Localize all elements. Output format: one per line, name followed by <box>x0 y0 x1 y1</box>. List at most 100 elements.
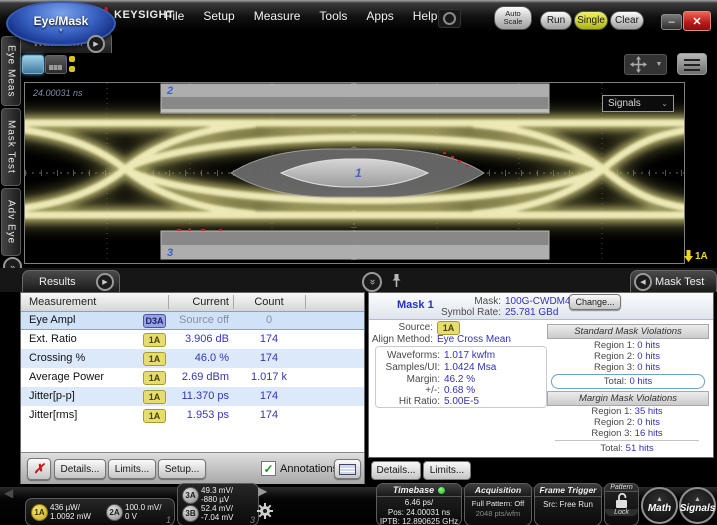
results-table-header[interactable]: Measurement Current Count <box>21 293 364 312</box>
channel-2a-badge: 2A <box>106 504 123 521</box>
menu-help[interactable]: Help <box>413 9 438 23</box>
results-footer-bar: ✗ Details... Limits... Setup... ✓ Annota… <box>21 452 364 484</box>
scroll-right-icon[interactable]: ▶ <box>258 484 267 498</box>
sidebar-tab-adv-eye[interactable]: Adv Eye <box>1 188 21 256</box>
eye-diagram-display[interactable]: 2 3 1 24.00031 ns Si <box>24 82 685 264</box>
clear-button[interactable]: Clear <box>610 11 644 30</box>
caret-down-icon: ▼ <box>656 61 663 68</box>
margin-violations-header: Margin Mask Violations <box>547 391 709 406</box>
play-icon: ▶ <box>93 40 98 48</box>
timebase-position-label: 24.00031 ns <box>32 88 83 98</box>
waveform-tab-menu-button[interactable]: ▶ <box>87 35 105 53</box>
menu-file[interactable]: File <box>165 9 184 23</box>
setup-button[interactable]: Setup... <box>158 459 206 479</box>
pan-tool-button[interactable] <box>624 54 653 75</box>
play-back-icon: ◀ <box>640 278 645 286</box>
channel-panel-3[interactable]: 3A 49.3 mV/ -880 µV 3B 52.4 mV/ -7.04 mV… <box>177 483 259 525</box>
limits-button[interactable]: Limits... <box>108 459 156 479</box>
mask-region-2: 2 <box>161 84 549 113</box>
red-x-icon: ✗ <box>34 461 45 477</box>
signals-dropdown[interactable]: Signals ⌄ <box>602 95 674 112</box>
auto-scale-button[interactable]: Auto Scale <box>494 6 532 30</box>
layout-single-view-button[interactable] <box>22 55 44 74</box>
bottom-status-bar: ◀ 1A 436 µW/ 1.0092 mW 2A 100.0 mV/ 0 V … <box>0 487 717 525</box>
mask-test-panel: Mask 1 Mask: 100G-CWDM4 Change... Symbol… <box>368 292 714 458</box>
annotations-label: Annotations <box>280 463 338 475</box>
table-row-eye-ampl[interactable]: Eye Ampl D3A Source off 0 <box>21 311 364 330</box>
sidebar-tab-eye-meas[interactable]: Eye Meas <box>1 36 21 106</box>
channel-panel-1[interactable]: 1A 436 µW/ 1.0092 mW 2A 100.0 mV/ 0 V 1 <box>25 498 175 525</box>
align-method-value: Eye Cross Mean <box>437 334 511 345</box>
menu-measure[interactable]: Measure <box>254 9 301 23</box>
math-button[interactable]: ▲ Math <box>641 487 678 524</box>
play-icon: ▶ <box>102 278 107 286</box>
sidebar-tab-mask-test[interactable]: Mask Test <box>1 108 21 186</box>
acquisition-panel[interactable]: Acquisition Full Pattern: Off 2048 pts/w… <box>464 483 532 525</box>
annotations-checkbox[interactable]: ✓ <box>261 461 276 476</box>
down-arrow-icon <box>684 250 693 262</box>
mask-details-button[interactable]: Details... <box>371 461 421 480</box>
screenshot-camera-button[interactable] <box>438 9 461 28</box>
table-row-jitter-pp[interactable]: Jitter[p-p] 1A 11.370 ps 174 <box>21 387 364 406</box>
collapse-panel-button[interactable]: » <box>362 272 382 292</box>
mask-limits-button[interactable]: Limits... <box>423 461 471 480</box>
pattern-lock-panel[interactable]: Pattern Lock <box>604 483 639 525</box>
timebase-panel[interactable]: Timebase 6.46 ps/ Pos: 24.00031 ns IPTB:… <box>376 483 462 525</box>
minimize-button[interactable]: – <box>661 14 682 30</box>
svg-text:2: 2 <box>166 85 173 97</box>
hamburger-icon <box>684 59 700 61</box>
frame-trigger-panel[interactable]: Frame Trigger Src: Free Run <box>534 483 602 525</box>
chevrons-down-icon: » <box>368 279 376 285</box>
marker-dot-1-icon[interactable] <box>69 56 75 62</box>
annotation-table-button[interactable] <box>334 459 361 479</box>
table-row-ext-ratio[interactable]: Ext. Ratio 1A 3.906 dB 174 <box>21 330 364 349</box>
mask-region-1: 1 <box>231 149 484 197</box>
close-icon: ✕ <box>692 15 701 28</box>
single-button[interactable]: Single <box>574 11 608 30</box>
run-button[interactable]: Run <box>540 11 572 30</box>
menu-setup[interactable]: Setup <box>203 9 234 23</box>
menu-apps[interactable]: Apps <box>366 9 393 23</box>
change-mask-button[interactable]: Change... <box>569 294 621 310</box>
channel-3b-badge: 3B <box>182 505 199 522</box>
signals-button[interactable]: ▲ Signals <box>679 487 716 524</box>
svg-text:1: 1 <box>355 166 362 180</box>
delete-measurement-button[interactable]: ✗ <box>27 458 51 480</box>
marker-dot-2-icon[interactable] <box>69 66 75 72</box>
symbol-rate-value: 25.781 GBd <box>505 307 558 318</box>
chevron-down-icon: ⌄ <box>661 99 668 108</box>
mask-header-bar: Mask 1 Mask: 100G-CWDM4 Change... Symbol… <box>369 293 713 320</box>
eye-mask-application: KEYSIGHT File Setup Measure Tools Apps H… <box>0 0 717 525</box>
standard-violations-header: Standard Mask Violations <box>547 324 709 339</box>
source-marker: 1A <box>684 250 708 262</box>
camera-icon <box>443 12 456 25</box>
table-row-jitter-rms[interactable]: Jitter[rms] 1A 1.953 ps 174 <box>21 406 364 425</box>
eye-diagram-waveform: 2 3 1 24.00031 ns <box>25 83 684 263</box>
minimize-icon: – <box>668 19 674 25</box>
mask-source-badge: 1A <box>437 321 460 335</box>
chevron-down-icon: ▼ <box>58 28 64 34</box>
pin-icon[interactable] <box>391 273 402 288</box>
table-icon <box>339 464 356 475</box>
channel-3a-badge: 3A <box>182 487 199 504</box>
details-button[interactable]: Details... <box>54 459 106 479</box>
table-row-average-power[interactable]: Average Power 1A 2.69 dBm 1.017 k <box>21 368 364 387</box>
mask-name-value: 100G-CWDM4 <box>505 296 571 307</box>
table-row-crossing[interactable]: Crossing % 1A 46.0 % 174 <box>21 349 364 368</box>
gear-icon[interactable] <box>256 502 274 520</box>
layout-grid-view-button[interactable] <box>45 55 67 74</box>
checkmark-icon: ✓ <box>263 464 273 474</box>
mask-test-tab-menu-button[interactable]: ◀ <box>634 273 652 291</box>
display-menu-button[interactable] <box>677 53 707 75</box>
close-button[interactable]: ✕ <box>683 11 711 31</box>
grid-icon <box>49 65 62 70</box>
scroll-left-icon[interactable]: ◀ <box>4 486 13 500</box>
results-tab-menu-button[interactable]: ▶ <box>96 273 114 291</box>
svg-text:3: 3 <box>167 247 173 259</box>
mask-stats-box: Waveforms: 1.017 kwfm Samples/UI: 1.0424… <box>375 346 547 408</box>
menu-tools[interactable]: Tools <box>319 9 347 23</box>
mask-region-3: 3 <box>161 231 549 259</box>
results-panel: Measurement Current Count Eye Ampl D3A S… <box>20 292 365 484</box>
panel-index: 3 <box>250 515 255 525</box>
pan-tool-dropdown-button[interactable]: ▼ <box>652 54 667 75</box>
